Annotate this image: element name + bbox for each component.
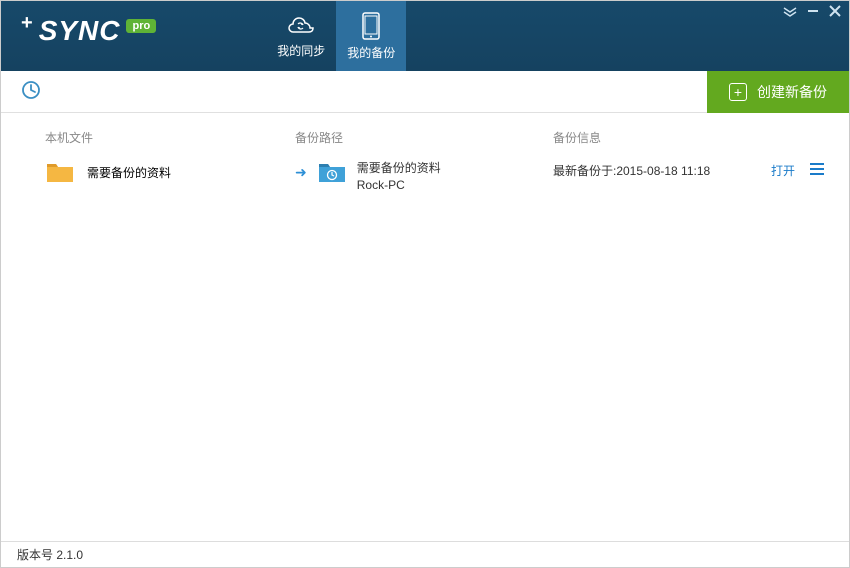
titlebar: + SYNC pro 我的同步 我的备份 <box>1 1 849 71</box>
header-local-files: 本机文件 <box>45 129 295 146</box>
cloud-sync-icon <box>286 14 316 38</box>
local-file-name: 需要备份的资料 <box>87 164 171 181</box>
plus-icon: + <box>729 83 747 101</box>
backup-info-text: 最新备份于:2015-08-18 11:18 <box>553 162 771 179</box>
logo: + SYNC pro <box>1 1 156 71</box>
version-number: 2.1.0 <box>56 548 83 562</box>
logo-plus-icon: + <box>21 12 33 35</box>
dropdown-icon[interactable] <box>783 5 797 19</box>
logo-text: SYNC <box>39 15 121 47</box>
folder-backup-icon <box>317 160 347 184</box>
header-backup-info: 备份信息 <box>553 129 825 146</box>
tab-backup-label: 我的备份 <box>347 44 395 61</box>
menu-icon[interactable] <box>809 162 825 179</box>
minimize-icon[interactable] <box>807 5 819 19</box>
logo-badge: pro <box>126 19 156 33</box>
create-backup-button[interactable]: + 创建新备份 <box>707 71 849 113</box>
tab-sync[interactable]: 我的同步 <box>266 1 336 71</box>
folder-icon <box>45 160 75 184</box>
close-icon[interactable] <box>829 5 841 19</box>
arrow-right-icon: ➜ <box>295 164 307 194</box>
version-label: 版本号 <box>17 546 53 563</box>
nav-tabs: 我的同步 我的备份 <box>266 1 406 71</box>
column-headers: 本机文件 备份路径 备份信息 <box>45 129 825 146</box>
phone-icon <box>361 12 381 40</box>
backup-path-item[interactable]: 需要备份的资料 Rock-PC <box>317 160 441 194</box>
tab-sync-label: 我的同步 <box>277 42 325 59</box>
backup-path-host: Rock-PC <box>357 177 441 194</box>
backup-path-name: 需要备份的资料 <box>357 160 441 177</box>
create-backup-label: 创建新备份 <box>757 82 827 102</box>
header-backup-path: 备份路径 <box>295 129 553 146</box>
content-area: 本机文件 备份路径 备份信息 需要备份的资料 ➜ <box>1 113 849 541</box>
open-link[interactable]: 打开 <box>771 162 795 179</box>
tab-backup[interactable]: 我的备份 <box>336 1 406 71</box>
history-icon[interactable] <box>21 80 41 103</box>
window-controls <box>783 5 841 19</box>
app-window: + SYNC pro 我的同步 我的备份 <box>0 0 850 568</box>
backup-row: 需要备份的资料 ➜ 需要备份的资料 Rock-PC <box>45 160 825 194</box>
local-file-item[interactable]: 需要备份的资料 <box>45 160 295 184</box>
toolbar: + 创建新备份 <box>1 71 849 113</box>
footer: 版本号 2.1.0 <box>1 541 849 567</box>
